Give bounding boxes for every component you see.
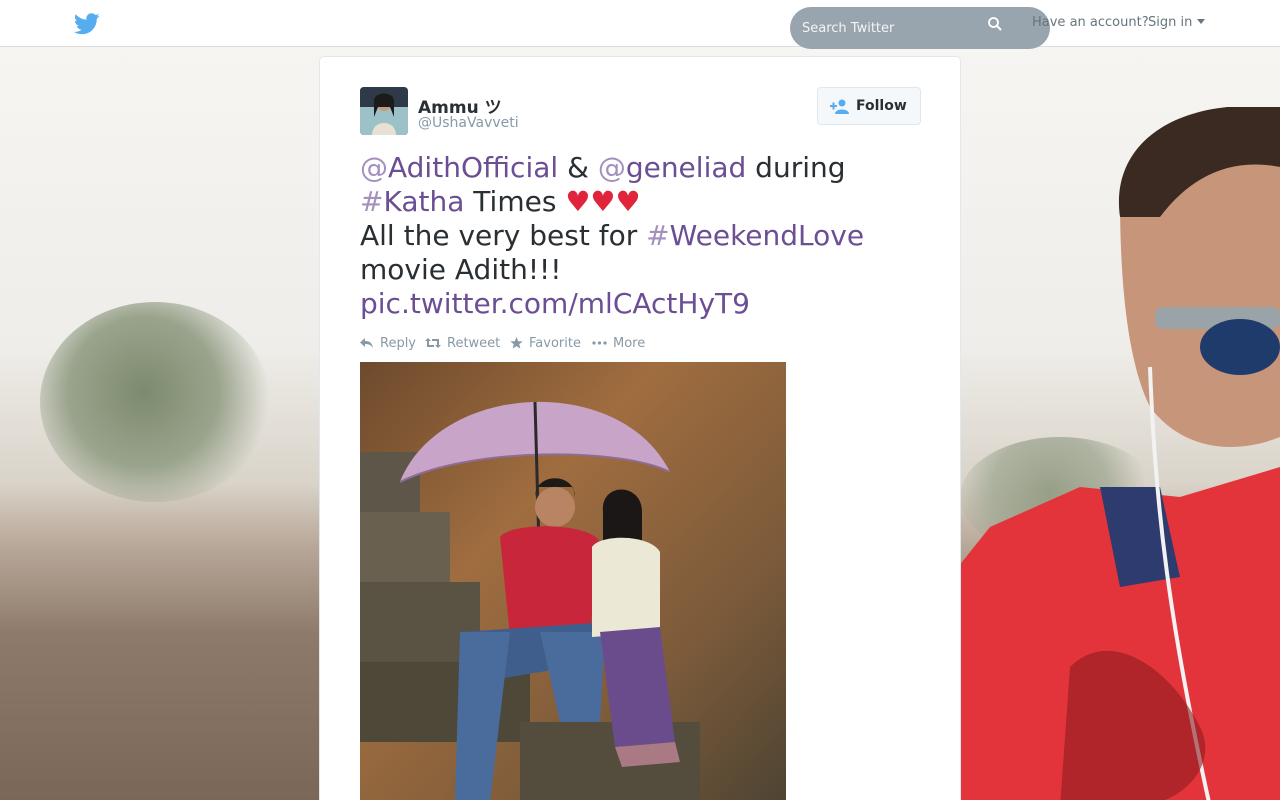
tweet-text: @AdithOfficial & @geneliad during #Katha…	[360, 151, 920, 321]
tweet-photo-image	[360, 362, 786, 800]
user-handle[interactable]: @UshaVavveti	[418, 115, 519, 131]
mention-geneliad-link[interactable]: @geneliad	[598, 151, 746, 184]
sign-in-dropdown[interactable]: Sign in	[1148, 15, 1206, 30]
tweet-text-segment: Times	[464, 185, 566, 218]
reply-action[interactable]: Reply	[360, 336, 416, 351]
star-icon	[510, 337, 523, 349]
tweet-card: Ammu ツ @UshaVavveti Follow @AdithOfficia…	[319, 56, 961, 800]
reply-icon	[360, 338, 373, 348]
background-person-image	[950, 107, 1280, 800]
mention-adithofficial-link[interactable]: @AdithOfficial	[360, 151, 558, 184]
hashtag-katha-link[interactable]: #Katha	[360, 185, 464, 218]
caret-down-icon	[1197, 19, 1206, 24]
hashtag-weekendlove-link[interactable]: #WeekendLove	[646, 219, 864, 252]
background-tree	[40, 302, 270, 502]
follow-label: Follow	[856, 98, 907, 114]
avatar[interactable]	[360, 87, 408, 135]
more-action[interactable]: More	[592, 336, 645, 351]
top-navigation-bar: Have an account? Sign in	[0, 0, 1280, 49]
tweet-text-segment: &	[558, 151, 598, 184]
more-dots-icon	[592, 341, 607, 345]
tweet-text-segment: movie Adith!!!	[360, 253, 562, 286]
search-box	[790, 7, 1050, 49]
favorite-action[interactable]: Favorite	[510, 336, 581, 351]
follow-button[interactable]: Follow	[817, 87, 921, 125]
pic-twitter-link[interactable]: pic.twitter.com/mlCActHyT9	[360, 287, 750, 320]
have-account-text: Have an account?	[1032, 15, 1149, 30]
avatar-portrait-icon	[360, 87, 408, 135]
heart-emoji-icons: ♥♥♥	[565, 185, 641, 218]
add-user-icon	[830, 99, 849, 114]
tweet-text-segment: All the very best for	[360, 219, 647, 252]
search-input[interactable]	[802, 17, 1002, 39]
tweet-text-segment: during	[746, 151, 846, 184]
twitter-bird-logo-icon[interactable]	[74, 13, 100, 35]
sign-in-label: Sign in	[1148, 15, 1193, 30]
search-icon[interactable]	[987, 16, 1003, 32]
tweet-photo[interactable]	[360, 362, 786, 800]
retweet-icon	[425, 338, 441, 348]
retweet-action[interactable]: Retweet	[425, 336, 500, 351]
